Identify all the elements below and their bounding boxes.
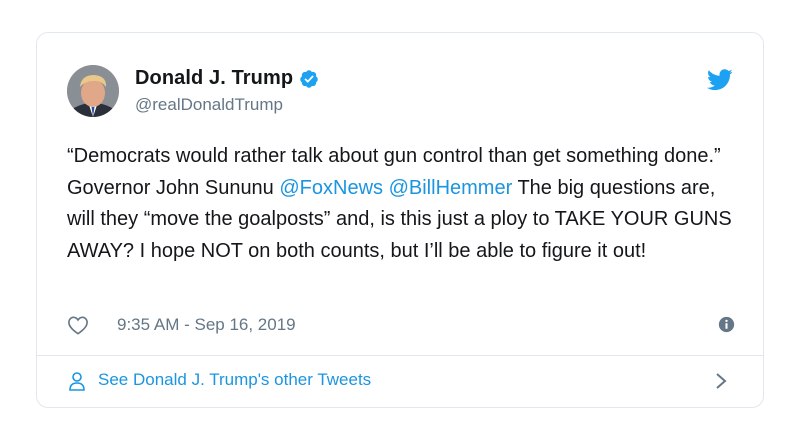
tweet-text: “Democrats would rather talk about gun c… <box>67 141 747 267</box>
mention-link-billhemmer[interactable]: @BillHemmer <box>389 177 513 199</box>
heart-icon[interactable] <box>67 315 89 335</box>
person-icon <box>69 372 85 391</box>
author-handle[interactable]: @realDonaldTrump <box>135 95 283 115</box>
see-other-tweets-row[interactable]: See Donald J. Trump's other Tweets <box>37 356 763 408</box>
info-icon[interactable] <box>718 316 735 333</box>
chevron-right-icon[interactable] <box>715 372 727 390</box>
display-name[interactable]: Donald J. Trump <box>135 67 293 90</box>
tweet-timestamp[interactable]: 9:35 AM - Sep 16, 2019 <box>117 315 296 335</box>
mention-link-foxnews[interactable]: @FoxNews <box>279 177 383 199</box>
author-name-row[interactable]: Donald J. Trump <box>135 67 319 90</box>
tweet-meta-row: 9:35 AM - Sep 16, 2019 <box>67 313 735 337</box>
verified-badge-icon <box>300 69 318 88</box>
embedded-tweet-card: Donald J. Trump @realDonaldTrump “Democr… <box>36 32 764 408</box>
twitter-bird-icon[interactable] <box>707 69 733 91</box>
see-other-tweets-link[interactable]: See Donald J. Trump's other Tweets <box>98 370 371 390</box>
avatar[interactable] <box>67 65 119 117</box>
